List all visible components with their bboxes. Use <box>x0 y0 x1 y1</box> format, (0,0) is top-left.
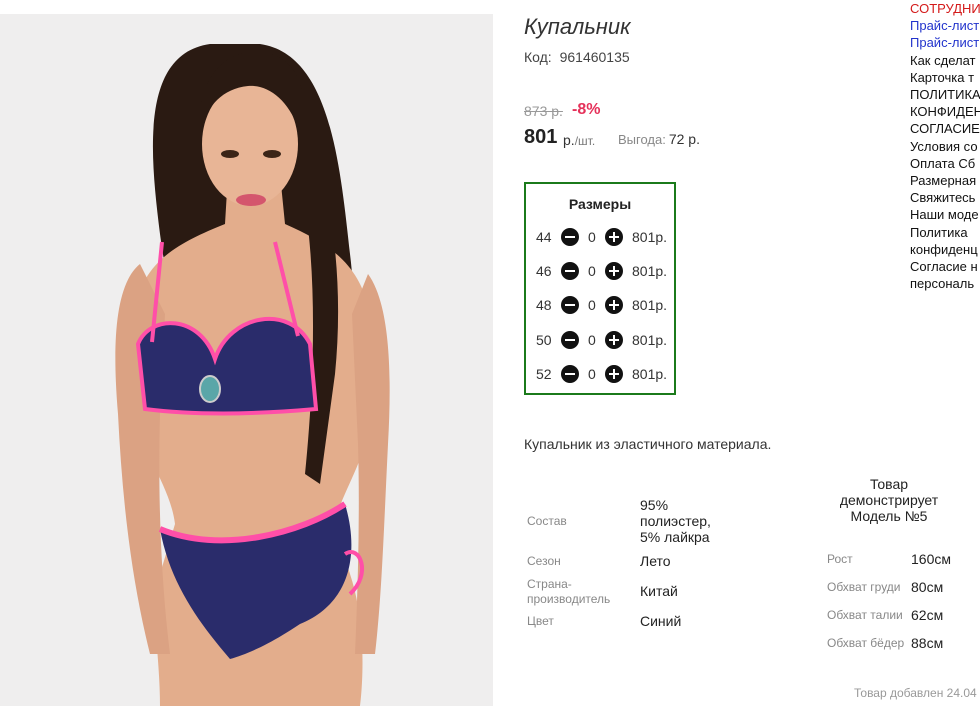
size-price: 801р. <box>632 297 668 313</box>
size-value: 48 <box>536 297 552 313</box>
size-value: 46 <box>536 263 552 279</box>
spec-label-country: Страна- производитель <box>527 577 611 606</box>
side-link-card[interactable]: Карточка т <box>910 69 980 86</box>
spec-value-country: Китай <box>640 583 678 599</box>
model-label-hips: Обхват бёдер <box>827 636 905 650</box>
size-price: 801р. <box>632 263 668 279</box>
quantity-value[interactable]: 0 <box>588 366 596 382</box>
plus-icon[interactable] <box>605 296 623 314</box>
price-currency: р. <box>563 132 575 148</box>
side-link-pricelist-1[interactable]: Прайс-лист <box>910 17 980 34</box>
spec-label-color: Цвет <box>527 614 554 628</box>
savings-value: 72 р. <box>668 131 700 147</box>
model-label-height: Рост <box>827 552 853 566</box>
size-row: 46 0 801р. <box>536 260 676 282</box>
side-links: СОТРУДНИ Прайс-лист Прайс-лист Как сдела… <box>910 0 980 292</box>
size-value: 52 <box>536 366 552 382</box>
sizes-title: Размеры <box>568 196 632 212</box>
product-code: Код: 961460135 <box>524 49 630 65</box>
spec-value-season: Лето <box>640 553 671 569</box>
side-link-payment[interactable]: Оплата Сб <box>910 155 980 172</box>
sizes-box: Размеры 44 0 801р. 46 0 801р. 48 0 801р.… <box>524 182 676 395</box>
side-link-confidential[interactable]: КОНФИДЕН <box>910 103 980 120</box>
model-value-hips: 88см <box>911 635 944 651</box>
price-unit: р./шт. <box>563 132 595 148</box>
spec-label-season: Сезон <box>527 554 561 568</box>
size-price: 801р. <box>632 366 668 382</box>
quantity-value[interactable]: 0 <box>588 263 596 279</box>
minus-icon[interactable] <box>561 296 579 314</box>
size-row: 48 0 801р. <box>536 294 676 316</box>
plus-icon[interactable] <box>605 262 623 280</box>
side-link-privacy-2[interactable]: конфиденц <box>910 241 980 258</box>
side-link-consent[interactable]: СОГЛАСИЕ <box>910 120 980 137</box>
old-price: 873 р. <box>524 103 563 119</box>
product-title: Купальник <box>524 14 631 39</box>
side-link-pricelist-2[interactable]: Прайс-лист <box>910 34 980 51</box>
plus-icon[interactable] <box>605 228 623 246</box>
side-link-size-chart[interactable]: Размерная <box>910 172 980 189</box>
minus-icon[interactable] <box>561 262 579 280</box>
spec-value-composition: 95% полиэстер, 5% лайкра <box>640 497 711 545</box>
side-link-terms[interactable]: Условия со <box>910 138 980 155</box>
size-row: 50 0 801р. <box>536 329 676 351</box>
size-price: 801р. <box>632 229 668 245</box>
product-code-label: Код: <box>524 49 552 65</box>
model-label-waist: Обхват талии <box>827 608 903 622</box>
model-illustration <box>0 14 493 706</box>
spec-label-composition: Состав <box>527 514 567 528</box>
side-link-staff[interactable]: СОТРУДНИ <box>910 0 980 17</box>
plus-icon[interactable] <box>605 365 623 383</box>
quantity-value[interactable]: 0 <box>588 297 596 313</box>
size-value: 44 <box>536 229 552 245</box>
size-price: 801р. <box>632 332 668 348</box>
size-row: 52 0 801р. <box>536 363 676 385</box>
size-row: 44 0 801р. <box>536 226 676 248</box>
side-link-privacy-1[interactable]: Политика <box>910 224 980 241</box>
side-link-personal-1[interactable]: Согласие н <box>910 258 980 275</box>
spec-value-color: Синий <box>640 613 682 629</box>
added-date: Товар добавлен 24.04 <box>854 686 977 700</box>
side-link-models[interactable]: Наши моде <box>910 206 980 223</box>
model-heading: Товар демонстрирует Модель №5 <box>839 476 939 524</box>
quantity-value[interactable]: 0 <box>588 332 596 348</box>
side-link-contact[interactable]: Свяжитесь <box>910 189 980 206</box>
minus-icon[interactable] <box>561 228 579 246</box>
product-code-value: 961460135 <box>559 49 630 65</box>
plus-icon[interactable] <box>605 331 623 349</box>
model-value-height: 160см <box>911 551 951 567</box>
minus-icon[interactable] <box>561 331 579 349</box>
model-value-waist: 62см <box>911 607 944 623</box>
model-label-bust: Обхват груди <box>827 580 901 594</box>
savings-label: Выгода: <box>618 132 666 147</box>
price-per: /шт. <box>574 134 596 148</box>
current-price: 801 <box>524 126 558 148</box>
savings: Выгода: 72 р. <box>618 131 700 147</box>
product-photo[interactable] <box>0 14 493 706</box>
side-link-policy[interactable]: ПОЛИТИКА <box>910 86 980 103</box>
quantity-value[interactable]: 0 <box>588 229 596 245</box>
minus-icon[interactable] <box>561 365 579 383</box>
product-description: Купальник из эластичного материала. <box>524 436 772 452</box>
side-link-how-to[interactable]: Как сделат <box>910 52 980 69</box>
model-value-bust: 80см <box>911 579 944 595</box>
size-value: 50 <box>536 332 552 348</box>
discount-badge: -8% <box>572 101 601 118</box>
side-link-personal-2[interactable]: персональ <box>910 275 980 292</box>
